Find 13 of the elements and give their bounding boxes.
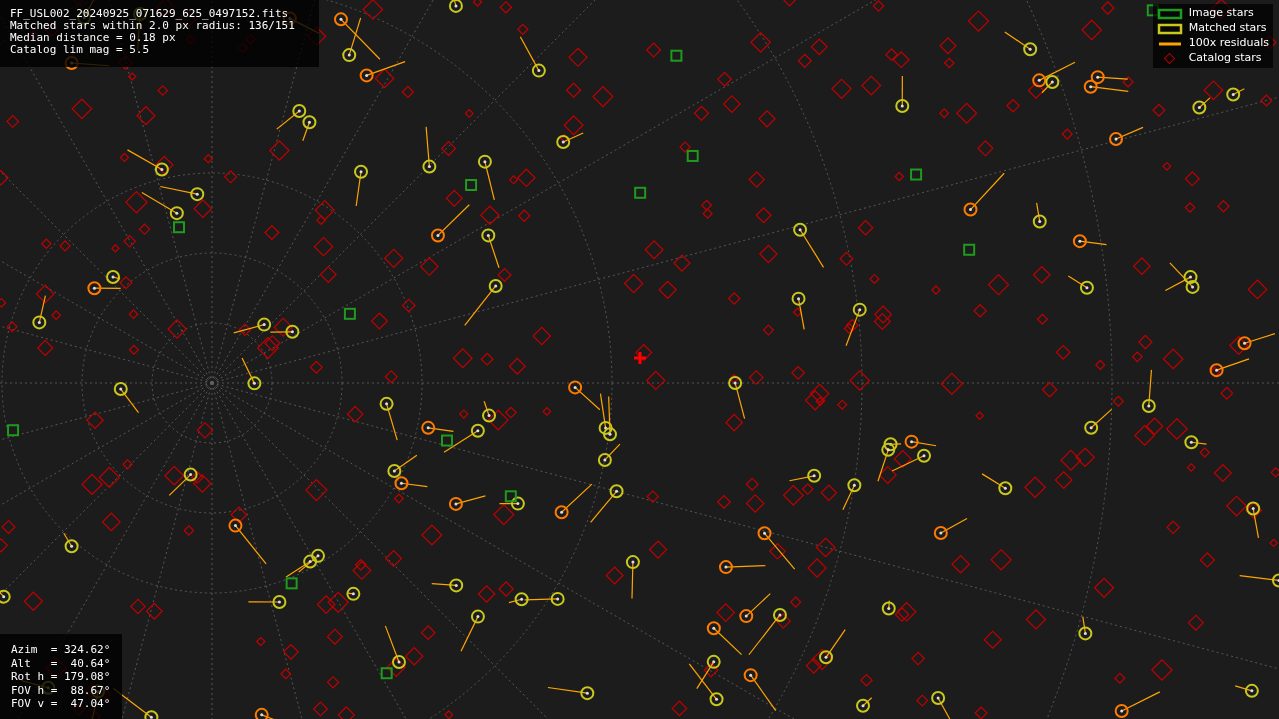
pointing-text: FOV v = 47.04°: [11, 697, 111, 711]
info-text: Catalog lim mag = 5.5: [10, 44, 151, 56]
legend-label: 100x residuals: [1188, 35, 1269, 52]
info-text: Median distance = 0.18 px: [10, 32, 177, 44]
legend-label: Image stars: [1188, 5, 1254, 22]
pointing-text: Azim = 324.62°: [11, 643, 111, 657]
pointing-text: Rot h = 179.08°: [11, 670, 111, 684]
info-text: Matched stars within 2.0 px radius: 136/151: [10, 20, 296, 32]
pointing-text: FOV h = 88.67°: [11, 683, 111, 697]
pointing-text: Alt = 40.64°: [11, 656, 111, 670]
legend-label: Catalog stars: [1188, 50, 1262, 67]
info-text: FF_USL002_20240925_071629_625_0497152.fits: [10, 8, 290, 20]
legend-label: Matched stars: [1188, 20, 1267, 37]
